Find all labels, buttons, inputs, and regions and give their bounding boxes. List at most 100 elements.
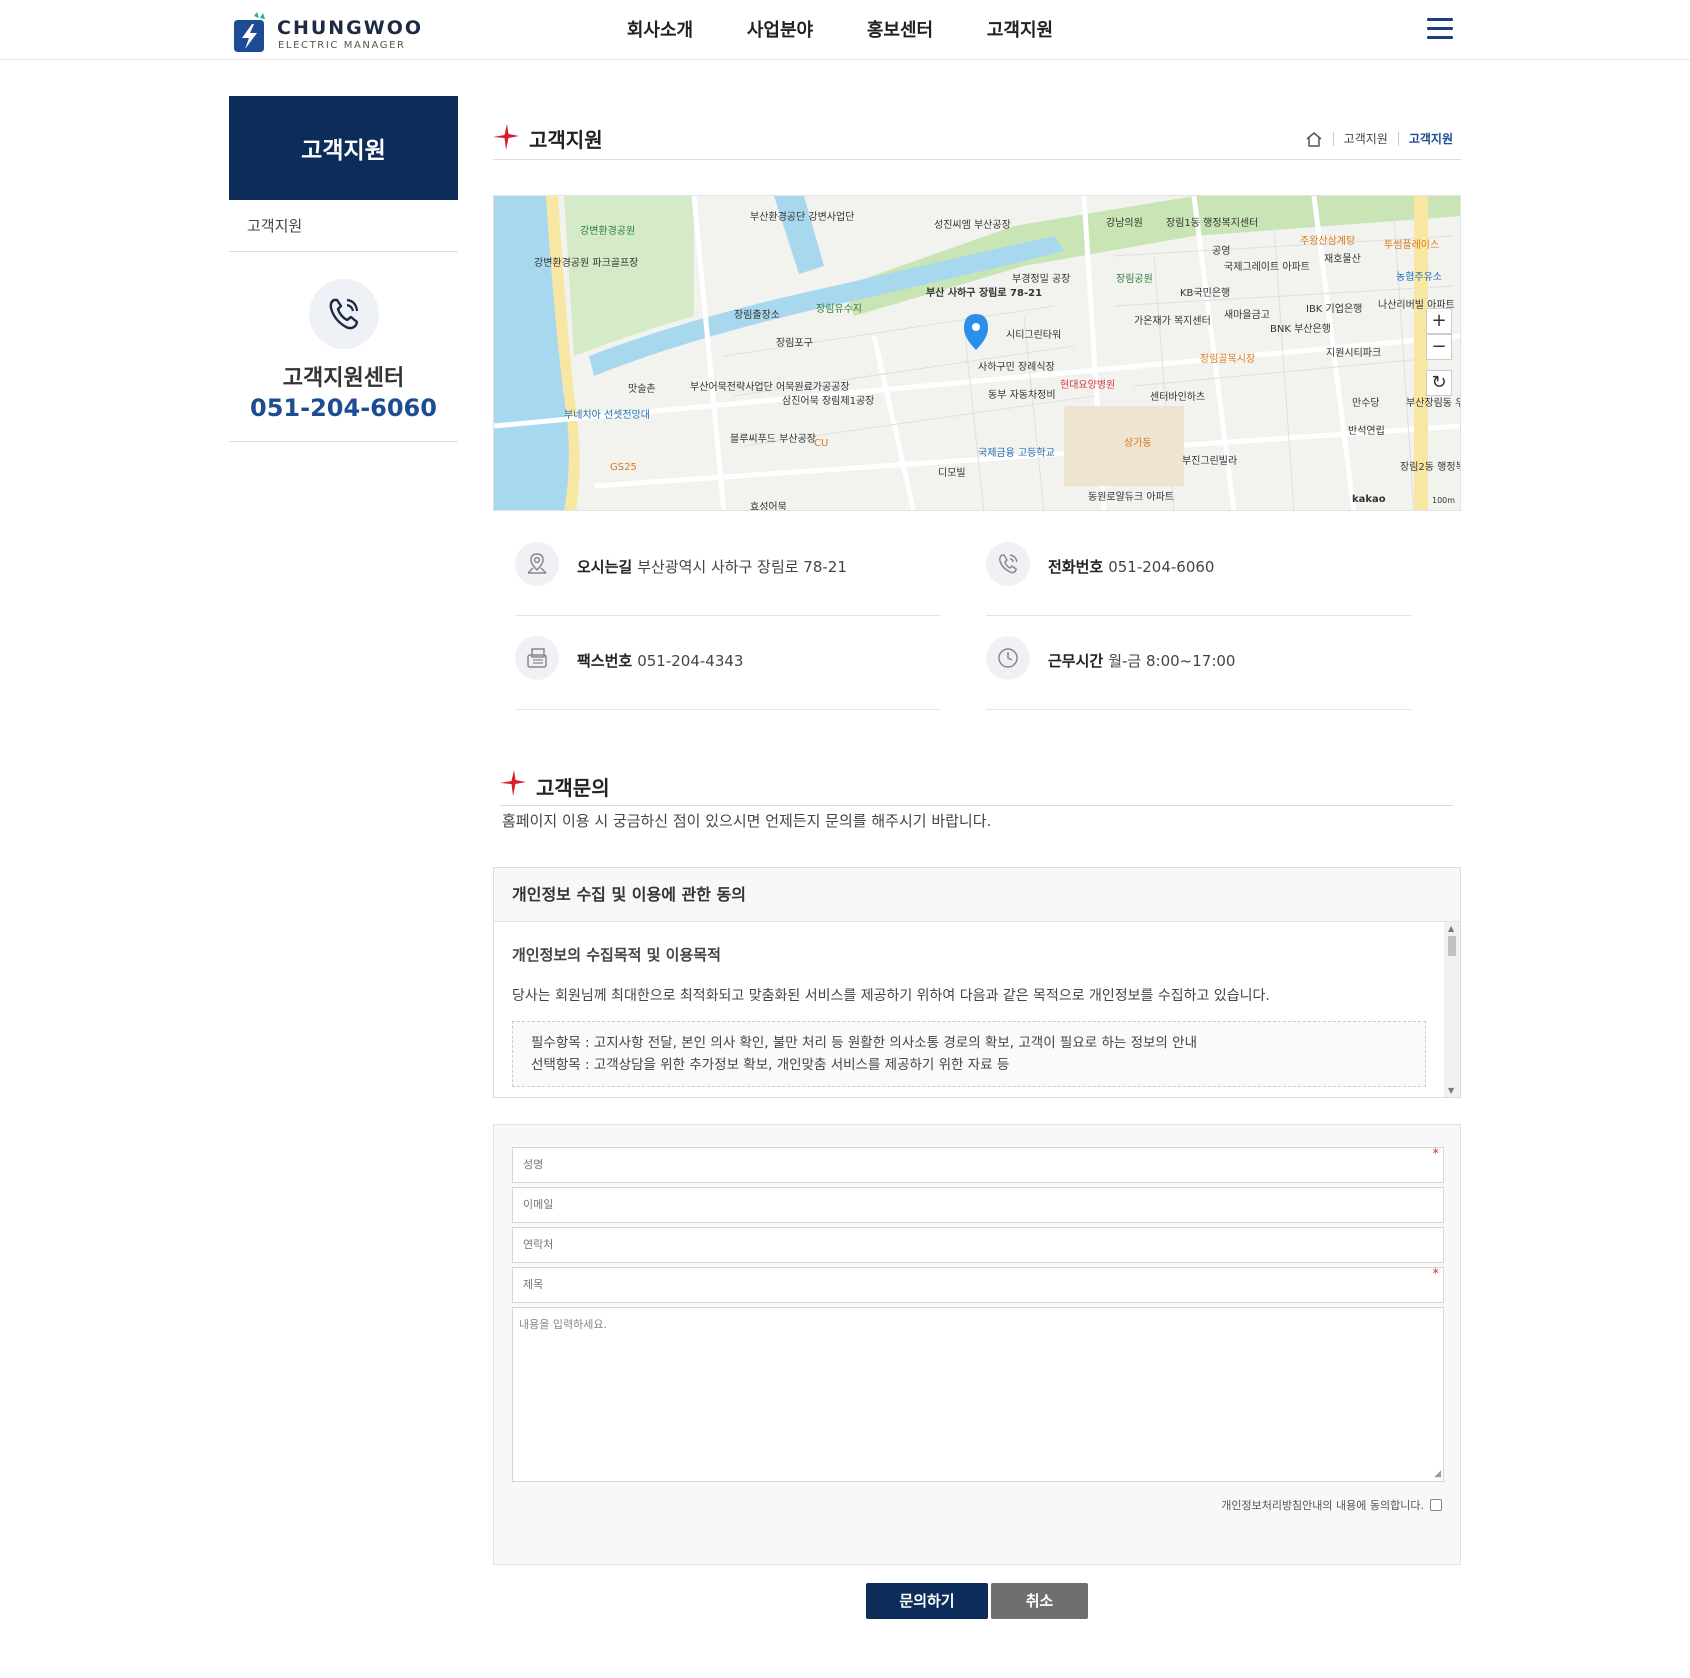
hours-label: 근무시간 [1048,652,1104,670]
subject-placeholder: 제목 [523,1278,544,1291]
map-label: 사하구민 장례식장 [978,362,1055,373]
fax-icon [515,636,559,680]
privacy-agreement-box: 개인정보 수집 및 이용에 관한 동의 개인정보의 수집목적 및 이용목적 당사… [493,867,1461,1098]
map-label: 만수당 [1352,398,1380,409]
location-pin-icon [515,542,559,586]
cancel-button[interactable]: 취소 [991,1583,1088,1619]
map-label: 지원시티파크 [1326,348,1382,359]
inquiry-header: 고객문의 [500,768,1453,806]
map-address-label: 부산 사하구 장림로 78-21 [926,288,1043,299]
clock-icon [986,636,1030,680]
home-icon[interactable] [1305,131,1323,147]
site-header: CHUNGWOO ELECTRIC MANAGER 회사소개 사업분야 홍보센터… [0,0,1690,60]
map-label: 부산어묵전략사업단 어묵원료가공공장 [690,382,850,393]
map-label: 디모빌 [938,468,966,479]
zoom-out-button[interactable]: − [1426,334,1452,360]
map-label: 맛술촌 [628,384,656,395]
agreement-scrollbar[interactable]: ▲ ▼ [1444,922,1460,1097]
map-label: 동원로얄듀크 아파트 [1088,492,1174,503]
map-label: 새마을금고 [1224,310,1270,321]
map-label: 공영 [1212,246,1231,257]
contact-placeholder: 연락처 [523,1238,554,1251]
breadcrumb: 고객지원 고객지원 [1305,130,1453,147]
map-label: 부진그린빌라 [1182,456,1238,467]
email-placeholder: 이메일 [523,1198,554,1211]
map-label: 강남의원 [1106,218,1143,229]
map-label: 가온재가 복지센터 [1134,316,1211,327]
map-label: 강변환경공원 파크골프장 [534,258,639,269]
map-label: BNK 부산은행 [1270,324,1331,335]
email-field[interactable]: 이메일 [512,1187,1444,1223]
breadcrumb-item[interactable]: 고객지원 [1344,130,1388,147]
map-label: 장림유수지 [816,304,862,315]
location-map[interactable]: 강변환경공원 부산환경공단 강변사업단 성진씨엠 부산공장 강남의원 장림1동 … [493,195,1461,511]
scroll-up-icon[interactable]: ▲ [1448,924,1454,933]
breadcrumb-current[interactable]: 고객지원 [1409,130,1453,147]
consent-checkbox[interactable] [1430,1499,1442,1511]
name-field[interactable]: 성명 * [512,1147,1444,1183]
map-label: 장림1동 행정복지센터 [1166,218,1259,229]
agreement-subtitle: 개인정보의 수집목적 및 이용목적 [512,946,721,964]
logo-text: CHUNGWOO [277,17,424,39]
agreement-text: 당사는 회원님께 최대한으로 최적화되고 맞춤화된 서비스를 제공하기 위하여 … [512,988,1270,1004]
site-logo[interactable]: CHUNGWOO ELECTRIC MANAGER [230,8,421,54]
map-label: 농협주유소 [1396,272,1442,283]
map-label: 재호물산 [1324,254,1361,265]
contact-info: 오시는길 부산광역시 사하구 장림로 78-21 전화번호 051-204-6060… [515,532,1412,712]
map-label: 주왕산삼계탕 [1300,236,1356,247]
agreement-items: 필수항목 : 고지사항 전달, 본인 의사 확인, 불만 처리 등 원활한 의사… [512,1021,1426,1087]
required-items: 필수항목 : 고지사항 전달, 본인 의사 확인, 불만 처리 등 원활한 의사… [531,1035,1197,1051]
contact-field[interactable]: 연락처 [512,1227,1444,1263]
name-placeholder: 성명 [523,1158,544,1171]
nav-item-business[interactable]: 사업분야 [720,16,840,42]
phone-value: 051-204-6060 [1108,558,1215,576]
page-title: 고객지원 [529,128,603,152]
phone-icon [309,279,379,349]
privacy-consent: 개인정보처리방침안내의 내용에 동의합니다. [1221,1497,1442,1513]
cs-center-title: 고객지원센터 [282,366,405,391]
agreement-content[interactable]: 개인정보의 수집목적 및 이용목적 당사는 회원님께 최대한으로 최적화되고 맞… [494,922,1460,1097]
map-label: 부네치아 선셋전망대 [564,410,650,421]
logo-subtext: ELECTRIC MANAGER [278,40,406,51]
content-placeholder: 내용을 입력하세요. [519,1318,607,1331]
nav-item-support[interactable]: 고객지원 [960,16,1080,42]
map-label: 투썸플레이스 [1384,240,1440,251]
address-value: 부산광역시 사하구 장림로 78-21 [637,558,847,576]
nav-item-pr[interactable]: 홍보센터 [840,16,960,42]
main-nav: 회사소개 사업분야 홍보센터 고객지원 [600,16,1080,42]
map-label: 부산장림동 우체국 [1406,398,1460,409]
customer-center-box: 고객지원센터 051-204-6060 [229,252,458,442]
content-textarea[interactable]: 내용을 입력하세요. ◢ [512,1307,1444,1482]
menu-icon[interactable] [1427,18,1453,40]
map-reset-button[interactable]: ↻ [1426,370,1452,396]
scroll-thumb[interactable] [1448,936,1456,956]
info-hours: 근무시간 월-금 8:00~17:00 [986,626,1412,710]
subject-field[interactable]: 제목 * [512,1267,1444,1303]
resize-handle-icon[interactable]: ◢ [1434,1469,1441,1479]
phone-label: 전화번호 [1048,558,1104,576]
map-label: GS25 [610,462,637,473]
map-label: 상가동 [1124,438,1152,449]
map-label: 삼진어묵 장림제1공장 [782,396,875,407]
map-attribution: kakao [1352,494,1386,505]
inquiry-description: 홈페이지 이용 시 궁금하신 점이 있으시면 언제든지 문의를 해주시기 바랍니… [502,812,992,830]
map-label: 센터바인하츠 [1150,392,1206,403]
nav-item-company[interactable]: 회사소개 [600,16,720,42]
map-label: 국제그레이트 아파트 [1224,262,1310,273]
sidebar-item-support[interactable]: 고객지원 [229,200,458,252]
consent-label: 개인정보처리방침안내의 내용에 동의합니다. [1221,1499,1424,1512]
map-label: 동부 자동차정비 [988,390,1056,401]
zoom-in-button[interactable]: + [1426,308,1452,334]
map-label: 시티그린타워 [1006,330,1062,341]
map-label: 장림공원 [1116,274,1153,285]
cs-center-phone: 051-204-6060 [250,394,437,422]
submit-button[interactable]: 문의하기 [866,1583,988,1619]
map-label: 강변환경공원 [580,226,636,237]
star-icon [500,770,526,796]
scroll-down-icon[interactable]: ▼ [1448,1086,1454,1095]
info-address: 오시는길 부산광역시 사하구 장림로 78-21 [515,532,941,616]
map-label: 장림2동 행정복지센터 [1400,462,1460,473]
star-icon [493,124,519,150]
map-label: KB국민은행 [1180,288,1231,299]
logo-icon [234,12,265,52]
